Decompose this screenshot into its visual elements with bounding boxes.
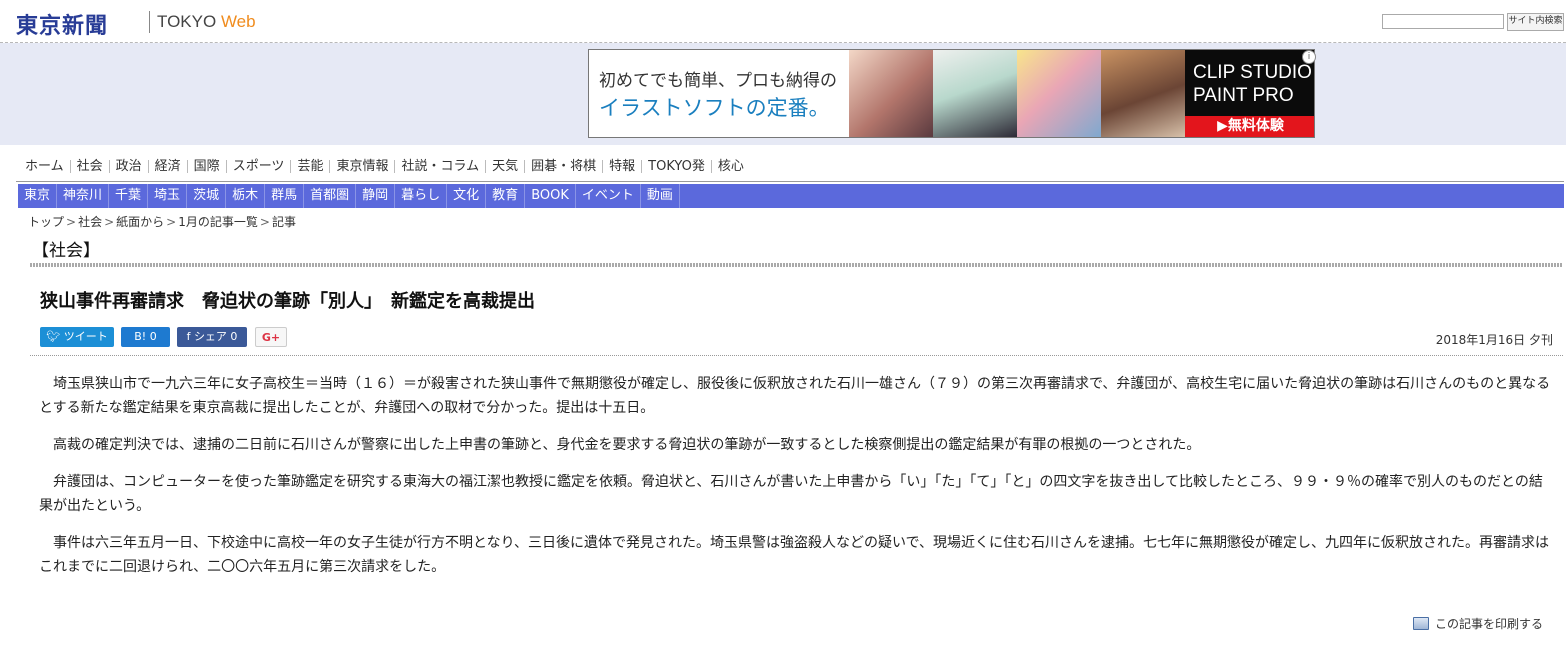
- nav-item-go-shogi[interactable]: 囲碁・将棋: [524, 159, 602, 173]
- ad-info-icon[interactable]: i: [1302, 50, 1316, 64]
- primary-nav: ホーム 社会 政治 経済 国際 スポーツ 芸能 東京情報 社説・コラム 天気 囲…: [19, 156, 750, 176]
- logo-divider: [149, 11, 150, 33]
- site-logo-sub[interactable]: TOKYO Web: [157, 12, 256, 32]
- region-item-gunma[interactable]: 群馬: [265, 184, 305, 208]
- breadcrumb-sep-icon: >: [104, 214, 115, 229]
- breadcrumb-sep-icon: >: [259, 214, 270, 229]
- ad-illustration-1: [849, 50, 933, 137]
- breadcrumb-month-list[interactable]: 1月の記事一覧: [178, 213, 258, 230]
- region-item-living[interactable]: 暮らし: [395, 184, 448, 208]
- article-headline: 狭山事件再審請求 脅迫状の筆跡「別人」 新鑑定を高裁提出: [40, 291, 535, 312]
- region-item-event[interactable]: イベント: [576, 184, 641, 208]
- ad-brand-line1: CLIP STUDIO: [1193, 62, 1312, 83]
- nav-item-tokyo-info[interactable]: 東京情報: [329, 159, 394, 173]
- breadcrumb-paper[interactable]: 紙面から: [116, 213, 164, 230]
- nav-item-sports[interactable]: スポーツ: [225, 159, 291, 173]
- facebook-icon: f: [186, 330, 191, 343]
- google-plus-button[interactable]: G+: [255, 327, 287, 347]
- breadcrumb-article: 記事: [271, 215, 296, 229]
- breadcrumb-sep-icon: >: [166, 214, 177, 229]
- ad-copy-line2: イラストソフトの定番。: [599, 96, 830, 120]
- nav-item-international[interactable]: 国際: [186, 159, 226, 173]
- ad-copy-line1: 初めてでも簡単、プロも納得の: [599, 71, 837, 91]
- print-article-link[interactable]: この記事を印刷する: [1412, 615, 1543, 632]
- article-divider: [30, 355, 1563, 357]
- twitter-icon: 🐦︎: [46, 330, 61, 343]
- nav-item-entertainment[interactable]: 芸能: [290, 159, 329, 173]
- site-logo[interactable]: 東京新聞: [16, 8, 108, 40]
- region-item-shizuoka[interactable]: 静岡: [356, 184, 396, 208]
- region-item-video[interactable]: 動画: [641, 184, 680, 208]
- nav-item-tokyo-hatsu[interactable]: TOKYO発: [641, 159, 711, 173]
- article-paragraph: 事件は六三年五月一日、下校途中に高校一年の女子生徒が行方不明となり、三日後に遺体…: [39, 535, 1550, 575]
- region-item-shutoken[interactable]: 首都圏: [304, 184, 357, 208]
- breadcrumb-top[interactable]: トップ: [28, 213, 64, 230]
- region-item-tochigi[interactable]: 栃木: [226, 184, 266, 208]
- ad-cta-button[interactable]: ▶無料体験: [1185, 116, 1314, 137]
- regional-nav: 東京 神奈川 千葉 埼玉 茨城 栃木 群馬 首都圏 静岡 暮らし 文化 教育 B…: [18, 184, 1564, 208]
- section-title: 【社会】: [32, 241, 100, 261]
- ad-illustration-4: [1101, 50, 1185, 137]
- region-item-tokyo[interactable]: 東京: [18, 184, 58, 208]
- nav-item-economy[interactable]: 経済: [147, 159, 187, 173]
- region-item-saitama[interactable]: 埼玉: [148, 184, 188, 208]
- article-body: 埼玉県狭山市で一九六三年に女子高校生＝当時（１６）＝が殺害された狭山事件で無期懲…: [39, 372, 1553, 592]
- region-item-ibaraki[interactable]: 茨城: [187, 184, 227, 208]
- breadcrumb-society[interactable]: 社会: [78, 213, 102, 230]
- facebook-share-label: シェア 0: [193, 330, 238, 343]
- region-item-education[interactable]: 教育: [486, 184, 526, 208]
- printer-icon: [1412, 617, 1429, 630]
- nav-item-home[interactable]: ホーム: [19, 160, 70, 173]
- breadcrumb: トップ > 社会 > 紙面から > 1月の記事一覧 > 記事: [28, 213, 296, 230]
- hatena-bookmark-button[interactable]: B! 0: [121, 327, 170, 347]
- article-paragraph: 弁護団は、コンピューターを使った筆跡鑑定を研究する東海大の福江潔也教授に鑑定を依…: [39, 474, 1543, 514]
- article-date: 2018年1月16日 夕刊: [1435, 333, 1553, 347]
- nav-item-politics[interactable]: 政治: [108, 159, 148, 173]
- nav-item-weather[interactable]: 天気: [485, 159, 524, 173]
- search-input[interactable]: [1382, 14, 1504, 29]
- banner-ad[interactable]: 初めてでも簡単、プロも納得の イラストソフトの定番。 CLIP STUDIO P…: [588, 49, 1315, 138]
- region-item-kanagawa[interactable]: 神奈川: [57, 184, 110, 208]
- region-item-culture[interactable]: 文化: [447, 184, 487, 208]
- nav-item-society[interactable]: 社会: [69, 159, 109, 173]
- nav-divider: [16, 181, 1564, 182]
- breadcrumb-sep-icon: >: [66, 214, 77, 229]
- site-header: 東京新聞 TOKYO Web サイト内検索: [0, 0, 1566, 43]
- logo-sub-text: TOKYO: [157, 12, 217, 31]
- section-divider: [30, 263, 1563, 267]
- article-paragraph: 埼玉県狭山市で一九六三年に女子高校生＝当時（１６）＝が殺害された狭山事件で無期懲…: [39, 376, 1551, 416]
- ad-brand-line2: PAINT PRO: [1193, 85, 1294, 106]
- nav-item-editorial[interactable]: 社説・コラム: [394, 159, 485, 173]
- region-item-chiba[interactable]: 千葉: [109, 184, 149, 208]
- ad-illustration-2: [933, 50, 1017, 137]
- logo-sub-accent: Web: [220, 12, 256, 31]
- article-paragraph: 高裁の確定判決では、逮捕の二日前に石川さんが警察に出した上申書の筆跡と、身代金を…: [53, 437, 1201, 453]
- tweet-label: ツイート: [63, 330, 108, 343]
- nav-item-special[interactable]: 特報: [602, 159, 641, 173]
- nav-item-core[interactable]: 核心: [710, 159, 750, 173]
- search-button[interactable]: サイト内検索: [1507, 13, 1564, 31]
- ad-brand-panel: CLIP STUDIO PAINT PRO ▶無料体験: [1185, 50, 1314, 137]
- print-label: この記事を印刷する: [1434, 617, 1543, 631]
- tweet-button[interactable]: 🐦︎ ツイート: [40, 327, 114, 347]
- region-item-book[interactable]: BOOK: [525, 184, 576, 208]
- facebook-share-button[interactable]: f シェア 0: [177, 327, 247, 347]
- ad-illustration-3: [1017, 50, 1101, 137]
